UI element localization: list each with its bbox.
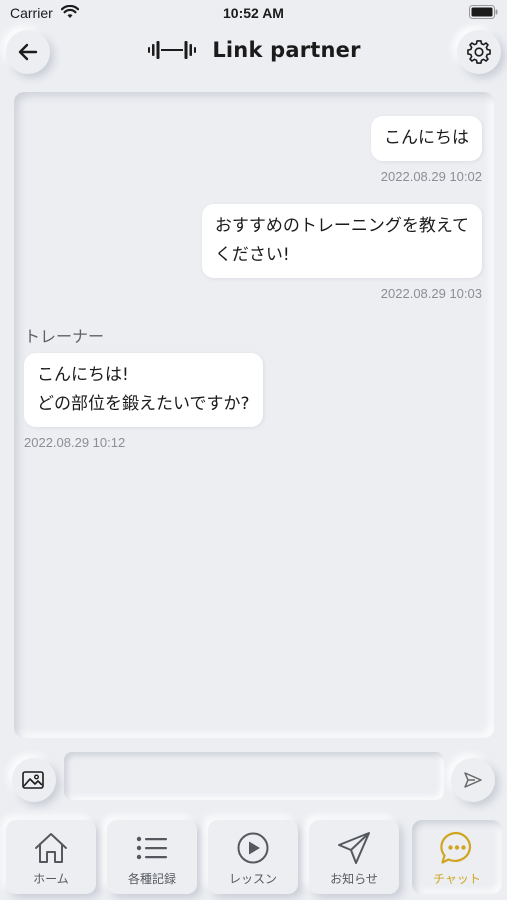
dumbbell-sound-icon: [148, 41, 197, 59]
send-button[interactable]: [451, 758, 495, 802]
chat-panel[interactable]: こんにちは 2022.08.29 10:02 おすすめのトレーニングを教えて く…: [14, 92, 494, 738]
tab-records[interactable]: 各種記録: [107, 820, 197, 894]
tab-label: ホーム: [33, 872, 69, 886]
chat-icon: [440, 831, 472, 864]
message-bubble: おすすめのトレーニングを教えて ください!: [201, 204, 482, 278]
header: Link partner: [0, 28, 507, 78]
message-composer: [0, 752, 507, 810]
status-time: 10:52 AM: [223, 5, 284, 21]
home-icon: [35, 833, 67, 863]
tab-chat[interactable]: チャット: [412, 820, 502, 894]
tab-label: 各種記録: [127, 872, 176, 886]
message-outgoing: こんにちは 2022.08.29 10:02: [371, 116, 482, 184]
image-icon: [22, 771, 44, 789]
tab-label: レッスン: [228, 872, 277, 886]
tab-label: チャット: [433, 872, 481, 886]
message-timestamp: 2022.08.29 10:02: [380, 169, 482, 184]
status-bar: Carrier 10:52 AM: [0, 0, 507, 28]
message-timestamp: 2022.08.29 10:03: [380, 286, 482, 301]
page-title: Link partner: [212, 38, 361, 62]
message-incoming: トレーナー こんにちは! どの部位を鍛えたいですか? 2022.08.29 10…: [24, 323, 263, 450]
message-timestamp: 2022.08.29 10:12: [24, 435, 126, 450]
list-icon: [136, 836, 167, 860]
tab-home[interactable]: ホーム: [6, 820, 96, 894]
settings-button[interactable]: [457, 30, 501, 74]
tab-lessons[interactable]: レッスン: [208, 820, 298, 894]
battery-icon: [469, 5, 498, 19]
message-bubble: こんにちは! どの部位を鍛えたいですか?: [24, 353, 263, 427]
sender-name: トレーナー: [24, 327, 105, 346]
message-bubble: こんにちは: [371, 116, 482, 161]
message-outgoing: おすすめのトレーニングを教えて ください! 2022.08.29 10:03: [201, 204, 482, 301]
tab-label: お知らせ: [330, 872, 378, 886]
send-icon: [464, 772, 482, 788]
tab-notifications[interactable]: お知らせ: [309, 820, 399, 894]
gear-icon: [467, 40, 491, 64]
tab-bar: ホーム 各種記録 レッスン お知らせ チャット: [0, 818, 507, 900]
message-input[interactable]: [64, 752, 444, 800]
paper-plane-icon: [338, 832, 370, 864]
play-icon: [237, 832, 269, 864]
attach-image-button[interactable]: [12, 758, 56, 802]
header-title-group: Link partner: [0, 38, 507, 62]
